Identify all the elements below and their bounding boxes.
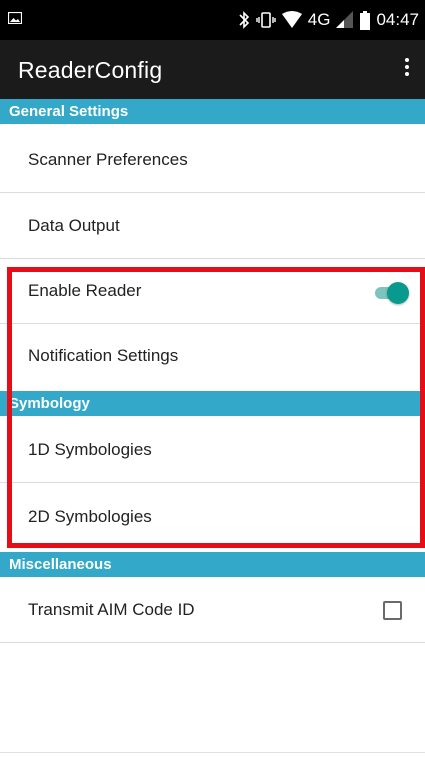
section-header-symbology: Symbology bbox=[0, 391, 425, 416]
2d-symbologies-item[interactable]: 2D Symbologies bbox=[0, 484, 425, 549]
status-icons: 4G 04:47 bbox=[238, 0, 419, 40]
app-title: ReaderConfig bbox=[18, 57, 163, 83]
network-type: 4G bbox=[307, 10, 331, 29]
transmit-aim-code-id-item[interactable]: Transmit AIM Code ID bbox=[0, 578, 425, 643]
battery-icon bbox=[360, 10, 371, 30]
scanner-preferences-item[interactable]: Scanner Preferences bbox=[0, 128, 425, 193]
more-vert-icon[interactable] bbox=[401, 55, 413, 85]
wifi-icon bbox=[281, 11, 302, 28]
image-icon bbox=[8, 12, 22, 24]
data-output-item[interactable]: Data Output bbox=[0, 194, 425, 259]
section-header-general: General Settings bbox=[0, 99, 425, 124]
toggle-thumb bbox=[387, 282, 409, 304]
2d-symbologies-label: 2D Symbologies bbox=[28, 506, 152, 526]
status-time: 04:47 bbox=[376, 10, 419, 29]
bluetooth-icon bbox=[239, 11, 249, 29]
divider bbox=[0, 752, 425, 753]
notification-settings-item[interactable]: Notification Settings bbox=[0, 323, 425, 388]
1d-symbologies-item[interactable]: 1D Symbologies bbox=[0, 418, 425, 483]
enable-reader-toggle[interactable] bbox=[371, 281, 411, 304]
1d-symbologies-label: 1D Symbologies bbox=[28, 440, 152, 459]
notification-settings-label: Notification Settings bbox=[28, 345, 179, 365]
status-bar: 4G 04:47 bbox=[0, 0, 425, 40]
data-output-label: Data Output bbox=[28, 216, 120, 235]
enable-reader-item[interactable]: Enable Reader bbox=[0, 259, 425, 324]
enable-reader-label: Enable Reader bbox=[28, 281, 142, 300]
signal-icon bbox=[336, 11, 354, 28]
vibrate-icon bbox=[256, 12, 276, 28]
scanner-preferences-label: Scanner Preferences bbox=[28, 150, 188, 169]
section-header-miscellaneous: Miscellaneous bbox=[0, 552, 425, 577]
transmit-aim-code-id-label: Transmit AIM Code ID bbox=[28, 600, 195, 619]
app-bar: ReaderConfig bbox=[0, 40, 425, 99]
transmit-aim-checkbox[interactable] bbox=[383, 601, 402, 620]
